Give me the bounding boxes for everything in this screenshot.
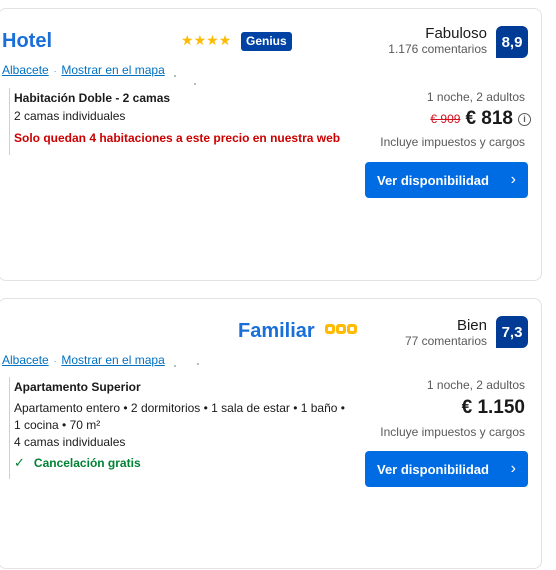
review-count: 1.176 comentarios bbox=[388, 42, 487, 56]
see-availability-button[interactable]: Ver disponibilidad › bbox=[365, 451, 528, 487]
rating-square-icon bbox=[325, 324, 335, 334]
genius-badge: Genius bbox=[241, 32, 292, 51]
decor-dot bbox=[194, 83, 196, 85]
property-card: Hotel ★★★★ Genius Albacete · Mostrar en el… bbox=[0, 8, 542, 281]
property-title[interactable]: Familiar bbox=[238, 320, 315, 343]
rating-word: Fabuloso bbox=[425, 25, 487, 42]
current-price: € 818 bbox=[465, 108, 513, 129]
chevron-right-icon: › bbox=[510, 171, 516, 188]
star-icon: ★ bbox=[193, 32, 207, 48]
separator-dot: · bbox=[53, 67, 57, 76]
room-name[interactable]: Habitación Doble - 2 camas bbox=[14, 91, 340, 105]
star-icon: ★ bbox=[218, 32, 232, 48]
show-on-map-link[interactable]: Mostrar en el mapa bbox=[61, 63, 164, 77]
separator-dot: · bbox=[53, 357, 57, 366]
review-score-badge[interactable]: 8,9 bbox=[496, 26, 528, 58]
taxes-note: Incluye impuestos y cargos bbox=[380, 135, 525, 149]
show-on-map-link[interactable]: Mostrar en el mapa bbox=[61, 353, 164, 367]
bed-info: 4 camas individuales bbox=[14, 435, 126, 449]
unit-details: Apartamento entero • 2 dormitorios • 1 s… bbox=[14, 401, 345, 415]
bed-info: 2 camas individuales bbox=[14, 109, 126, 123]
location-links: Albacete · Mostrar en el mapa bbox=[2, 351, 165, 369]
rating-square-icon bbox=[336, 324, 346, 334]
original-price: € 909 bbox=[430, 112, 461, 126]
price-block: € 909 € 818 i bbox=[430, 108, 531, 130]
scarcity-warning: Solo quedan 4 habitaciones a este precio… bbox=[14, 131, 341, 145]
cancellation-label: Cancelación gratis bbox=[33, 456, 141, 470]
location-link[interactable]: Albacete bbox=[2, 63, 49, 77]
rating-square-icon bbox=[347, 324, 357, 334]
rating-word: Bien bbox=[456, 317, 487, 334]
property-card: Familiar Albacete · Mostrar en el mapa Bie… bbox=[0, 298, 542, 569]
review-summary[interactable]: Fabuloso 1.176 comentarios bbox=[388, 25, 487, 56]
location-link[interactable]: Albacete bbox=[2, 353, 49, 367]
property-title[interactable]: Hotel bbox=[2, 30, 52, 53]
see-availability-button[interactable]: Ver disponibilidad › bbox=[365, 162, 528, 198]
review-count: 77 comentarios bbox=[404, 334, 487, 348]
decor-dot bbox=[197, 363, 199, 365]
free-cancellation: ✓ Cancelación gratis bbox=[14, 455, 345, 471]
checkmark-icon: ✓ bbox=[14, 455, 25, 470]
taxes-note: Incluye impuestos y cargos bbox=[380, 425, 525, 439]
chevron-right-icon: › bbox=[510, 460, 516, 477]
button-label: Ver disponibilidad bbox=[377, 172, 489, 188]
button-label: Ver disponibilidad bbox=[377, 461, 489, 477]
room-name[interactable]: Apartamento Superior bbox=[14, 380, 345, 394]
current-price: € 1.150 bbox=[461, 397, 525, 418]
star-icon: ★ bbox=[181, 32, 194, 48]
decor-dot bbox=[174, 75, 176, 77]
stay-details: 1 noche, 2 adultos bbox=[426, 378, 525, 392]
info-icon[interactable]: i bbox=[518, 112, 531, 126]
review-summary[interactable]: Bien 77 comentarios bbox=[405, 317, 487, 348]
room-info: Apartamento Superior Apartamento entero … bbox=[9, 377, 345, 479]
location-links: Albacete · Mostrar en el mapa bbox=[2, 61, 165, 79]
apartment-rating bbox=[325, 324, 357, 334]
review-score-badge[interactable]: 7,3 bbox=[496, 316, 528, 348]
star-rating: ★★★★ bbox=[181, 32, 231, 49]
decor-dot bbox=[174, 365, 176, 367]
room-info: Habitación Doble - 2 camas 2 camas indiv… bbox=[9, 88, 340, 155]
stay-details: 1 noche, 2 adultos bbox=[426, 90, 525, 104]
star-icon: ★ bbox=[206, 32, 219, 48]
unit-details: 1 cocina • 70 m² bbox=[14, 418, 101, 432]
